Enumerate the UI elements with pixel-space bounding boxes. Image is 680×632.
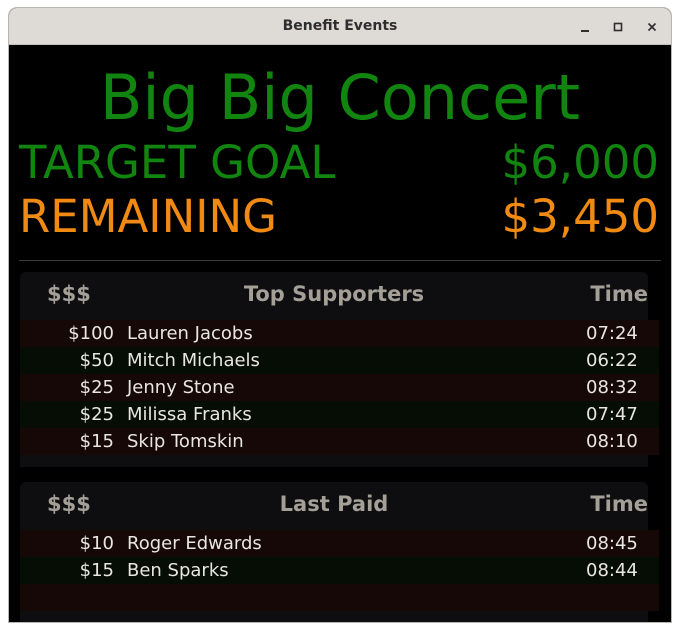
row-name: Mitch Michaels — [127, 350, 260, 371]
close-button[interactable] — [642, 17, 662, 37]
last-paid-list[interactable]: $10 Roger Edwards 08:45 $15 Ben Sparks 0… — [20, 530, 659, 611]
row-time: 08:45 — [586, 533, 638, 554]
row-amount: $10 — [79, 533, 114, 554]
window-title: Benefit Events — [282, 18, 398, 34]
table-row: $25 Jenny Stone 08:32 — [20, 374, 659, 401]
row-name: Milissa Franks — [127, 404, 252, 425]
row-time: 07:24 — [586, 323, 638, 344]
table-row — [20, 584, 659, 611]
row-amount: $50 — [79, 350, 114, 371]
row-amount: $25 — [79, 377, 114, 398]
row-amount: $100 — [68, 323, 114, 344]
target-goal-value: $6,000 — [501, 136, 659, 189]
row-time: 08:44 — [586, 560, 638, 581]
top-supporters-list[interactable]: $100 Lauren Jacobs 07:24 $50 Mitch Micha… — [20, 320, 659, 455]
row-name: Ben Sparks — [127, 560, 229, 581]
table-row: $15 Skip Tomskin 08:10 — [20, 428, 659, 455]
remaining-value: $3,450 — [501, 190, 659, 243]
last-paid-panel: $$$ Last Paid Time $10 Roger Edwards 08:… — [20, 482, 659, 622]
row-name: Skip Tomskin — [127, 431, 244, 452]
close-icon — [647, 22, 657, 32]
maximize-icon — [613, 22, 623, 32]
table-row: $15 Ben Sparks 08:44 — [20, 557, 659, 584]
table-row: $25 Milissa Franks 07:47 — [20, 401, 659, 428]
main-content: Big Big Concert TARGET GOAL $6,000 REMAI… — [9, 45, 671, 622]
target-goal-label: TARGET GOAL — [19, 136, 336, 189]
row-amount: $15 — [79, 560, 114, 581]
row-time: 08:10 — [586, 431, 638, 452]
divider — [19, 260, 661, 261]
app-window: Benefit Events Big Big Concert TARGET GO… — [9, 8, 671, 622]
table-row: $100 Lauren Jacobs 07:24 — [20, 320, 659, 347]
row-time: 06:22 — [586, 350, 638, 371]
row-amount: $15 — [79, 431, 114, 452]
minimize-icon — [581, 30, 589, 32]
minimize-button[interactable] — [575, 17, 595, 37]
top-supporters-title: Top Supporters — [243, 282, 425, 306]
last-paid-header: $$$ Last Paid Time — [20, 482, 648, 528]
top-supporters-panel: $$$ Top Supporters Time $100 Lauren Jaco… — [20, 272, 659, 467]
table-row: $50 Mitch Michaels 06:22 — [20, 347, 659, 374]
top-supporters-header: $$$ Top Supporters Time — [20, 272, 648, 318]
last-paid-title: Last Paid — [279, 492, 389, 516]
table-row: $10 Roger Edwards 08:45 — [20, 530, 659, 557]
row-time: 08:32 — [586, 377, 638, 398]
title-bar[interactable]: Benefit Events — [9, 8, 671, 45]
row-amount: $25 — [79, 404, 114, 425]
maximize-button[interactable] — [608, 17, 628, 37]
row-name: Jenny Stone — [127, 377, 235, 398]
remaining-label: REMAINING — [19, 190, 278, 243]
event-title: Big Big Concert — [99, 61, 581, 134]
row-name: Roger Edwards — [127, 533, 262, 554]
row-time: 07:47 — [586, 404, 638, 425]
row-name: Lauren Jacobs — [127, 323, 253, 344]
time-column-header: Time — [590, 282, 648, 306]
time-column-header: Time — [590, 492, 648, 516]
